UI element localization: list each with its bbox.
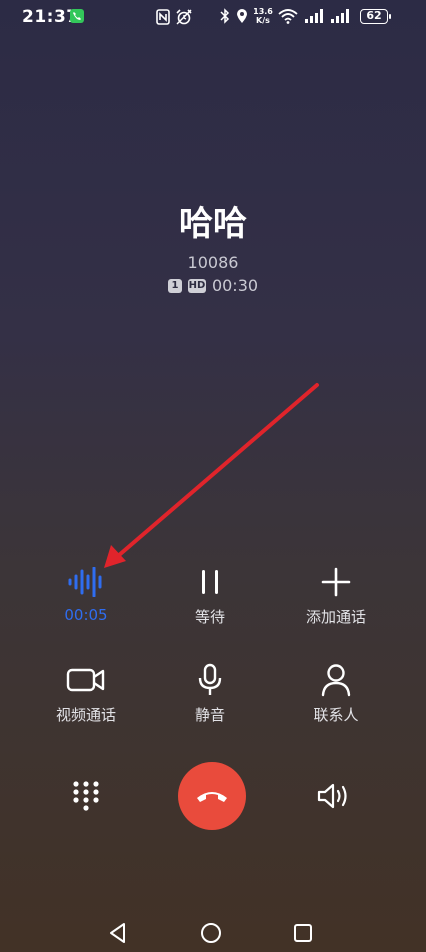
nfc-icon (156, 9, 170, 25)
caller-name: 哈哈 (179, 204, 247, 244)
add-call-button[interactable]: 添加通话 (276, 566, 396, 627)
record-timer: 00:05 (64, 606, 108, 624)
status-mid-icons (156, 9, 196, 25)
alarm-icon (176, 9, 192, 25)
add-call-label: 添加通话 (305, 608, 366, 626)
video-call-button[interactable]: 视频通话 (26, 664, 146, 725)
call-info-row: 1 HD 00:30 (0, 276, 426, 295)
end-call-icon (197, 792, 227, 802)
status-bar: 21:37 13.6 K/s 62 (0, 0, 426, 34)
battery-icon: 62 (360, 9, 391, 24)
call-duration: 00:30 (211, 276, 259, 295)
call-action-row (0, 762, 426, 830)
hold-label: 等待 (194, 608, 225, 626)
signal-icon (331, 9, 349, 23)
bluetooth-icon (220, 8, 230, 24)
sim-badge: 1 (167, 278, 182, 293)
back-icon[interactable] (108, 922, 128, 944)
speaker-icon (317, 783, 347, 809)
home-icon[interactable] (200, 922, 222, 944)
caller-number: 10086 (187, 253, 239, 272)
contacts-button[interactable]: 联系人 (276, 664, 396, 725)
speaker-button[interactable] (316, 782, 352, 814)
mute-button[interactable]: 静音 (150, 663, 270, 725)
dialpad-icon (73, 781, 99, 811)
person-icon (321, 664, 351, 697)
hold-button[interactable]: 等待 (150, 566, 270, 627)
mute-label: 静音 (194, 706, 225, 724)
video-camera-icon (66, 668, 105, 692)
wifi-icon (278, 9, 298, 24)
dialpad-button[interactable] (72, 780, 100, 816)
hd-badge: HD (187, 278, 206, 293)
signal-icon (305, 9, 323, 23)
call-active-icon (70, 9, 84, 23)
video-call-label: 视频通话 (55, 706, 116, 724)
voice-wave-icon (68, 567, 102, 597)
record-button[interactable]: 00:05 (26, 566, 146, 624)
network-speed: 13.6 K/s (253, 7, 273, 25)
location-icon (237, 9, 247, 23)
microphone-icon (198, 663, 222, 695)
contacts-label: 联系人 (313, 706, 359, 724)
recents-icon[interactable] (293, 923, 313, 943)
navigation-bar (0, 914, 426, 952)
plus-icon (321, 567, 351, 597)
pause-icon (202, 570, 218, 594)
end-call-button[interactable] (178, 762, 246, 830)
status-right-icons: 13.6 K/s 62 (216, 8, 406, 26)
